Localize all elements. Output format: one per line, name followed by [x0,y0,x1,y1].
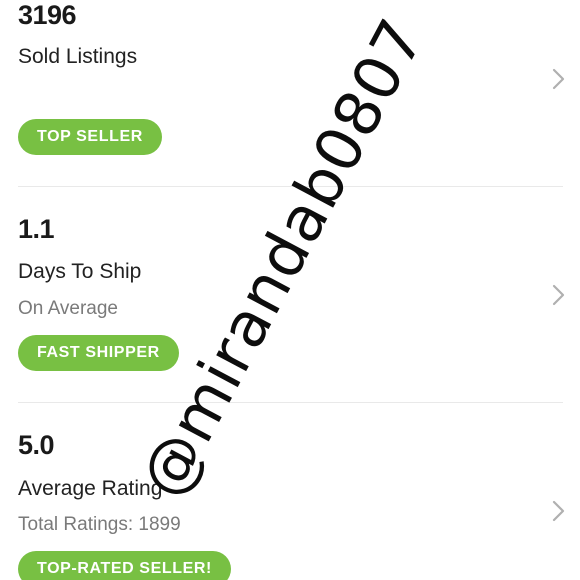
chevron-right-icon[interactable] [549,67,567,91]
stat-row-days-to-ship[interactable]: 1.1 Days To Ship On Average FAST SHIPPER [0,187,580,402]
stat-row-sold-listings[interactable]: 3196 Sold Listings TOP SELLER [0,0,580,186]
fast-shipper-badge: FAST SHIPPER [18,335,179,371]
stat-label: Days To Ship [18,260,142,283]
top-rated-seller-badge: TOP-RATED SELLER! [18,551,231,580]
chevron-right-icon[interactable] [549,499,567,523]
stat-sublabel: Total Ratings: 1899 [18,514,181,535]
stat-label: Average Rating [18,477,163,500]
top-seller-badge: TOP SELLER [18,119,162,155]
stat-row-average-rating[interactable]: 5.0 Average Rating Total Ratings: 1899 T… [0,403,580,580]
stat-value: 5.0 [18,430,55,460]
stat-value: 3196 [18,0,77,30]
stat-sublabel: On Average [18,298,119,319]
stat-label: Sold Listings [18,45,138,68]
seller-stats-screen: 3196 Sold Listings TOP SELLER 1.1 Days T… [0,0,580,580]
chevron-right-icon[interactable] [549,283,567,307]
stat-value: 1.1 [18,214,55,244]
